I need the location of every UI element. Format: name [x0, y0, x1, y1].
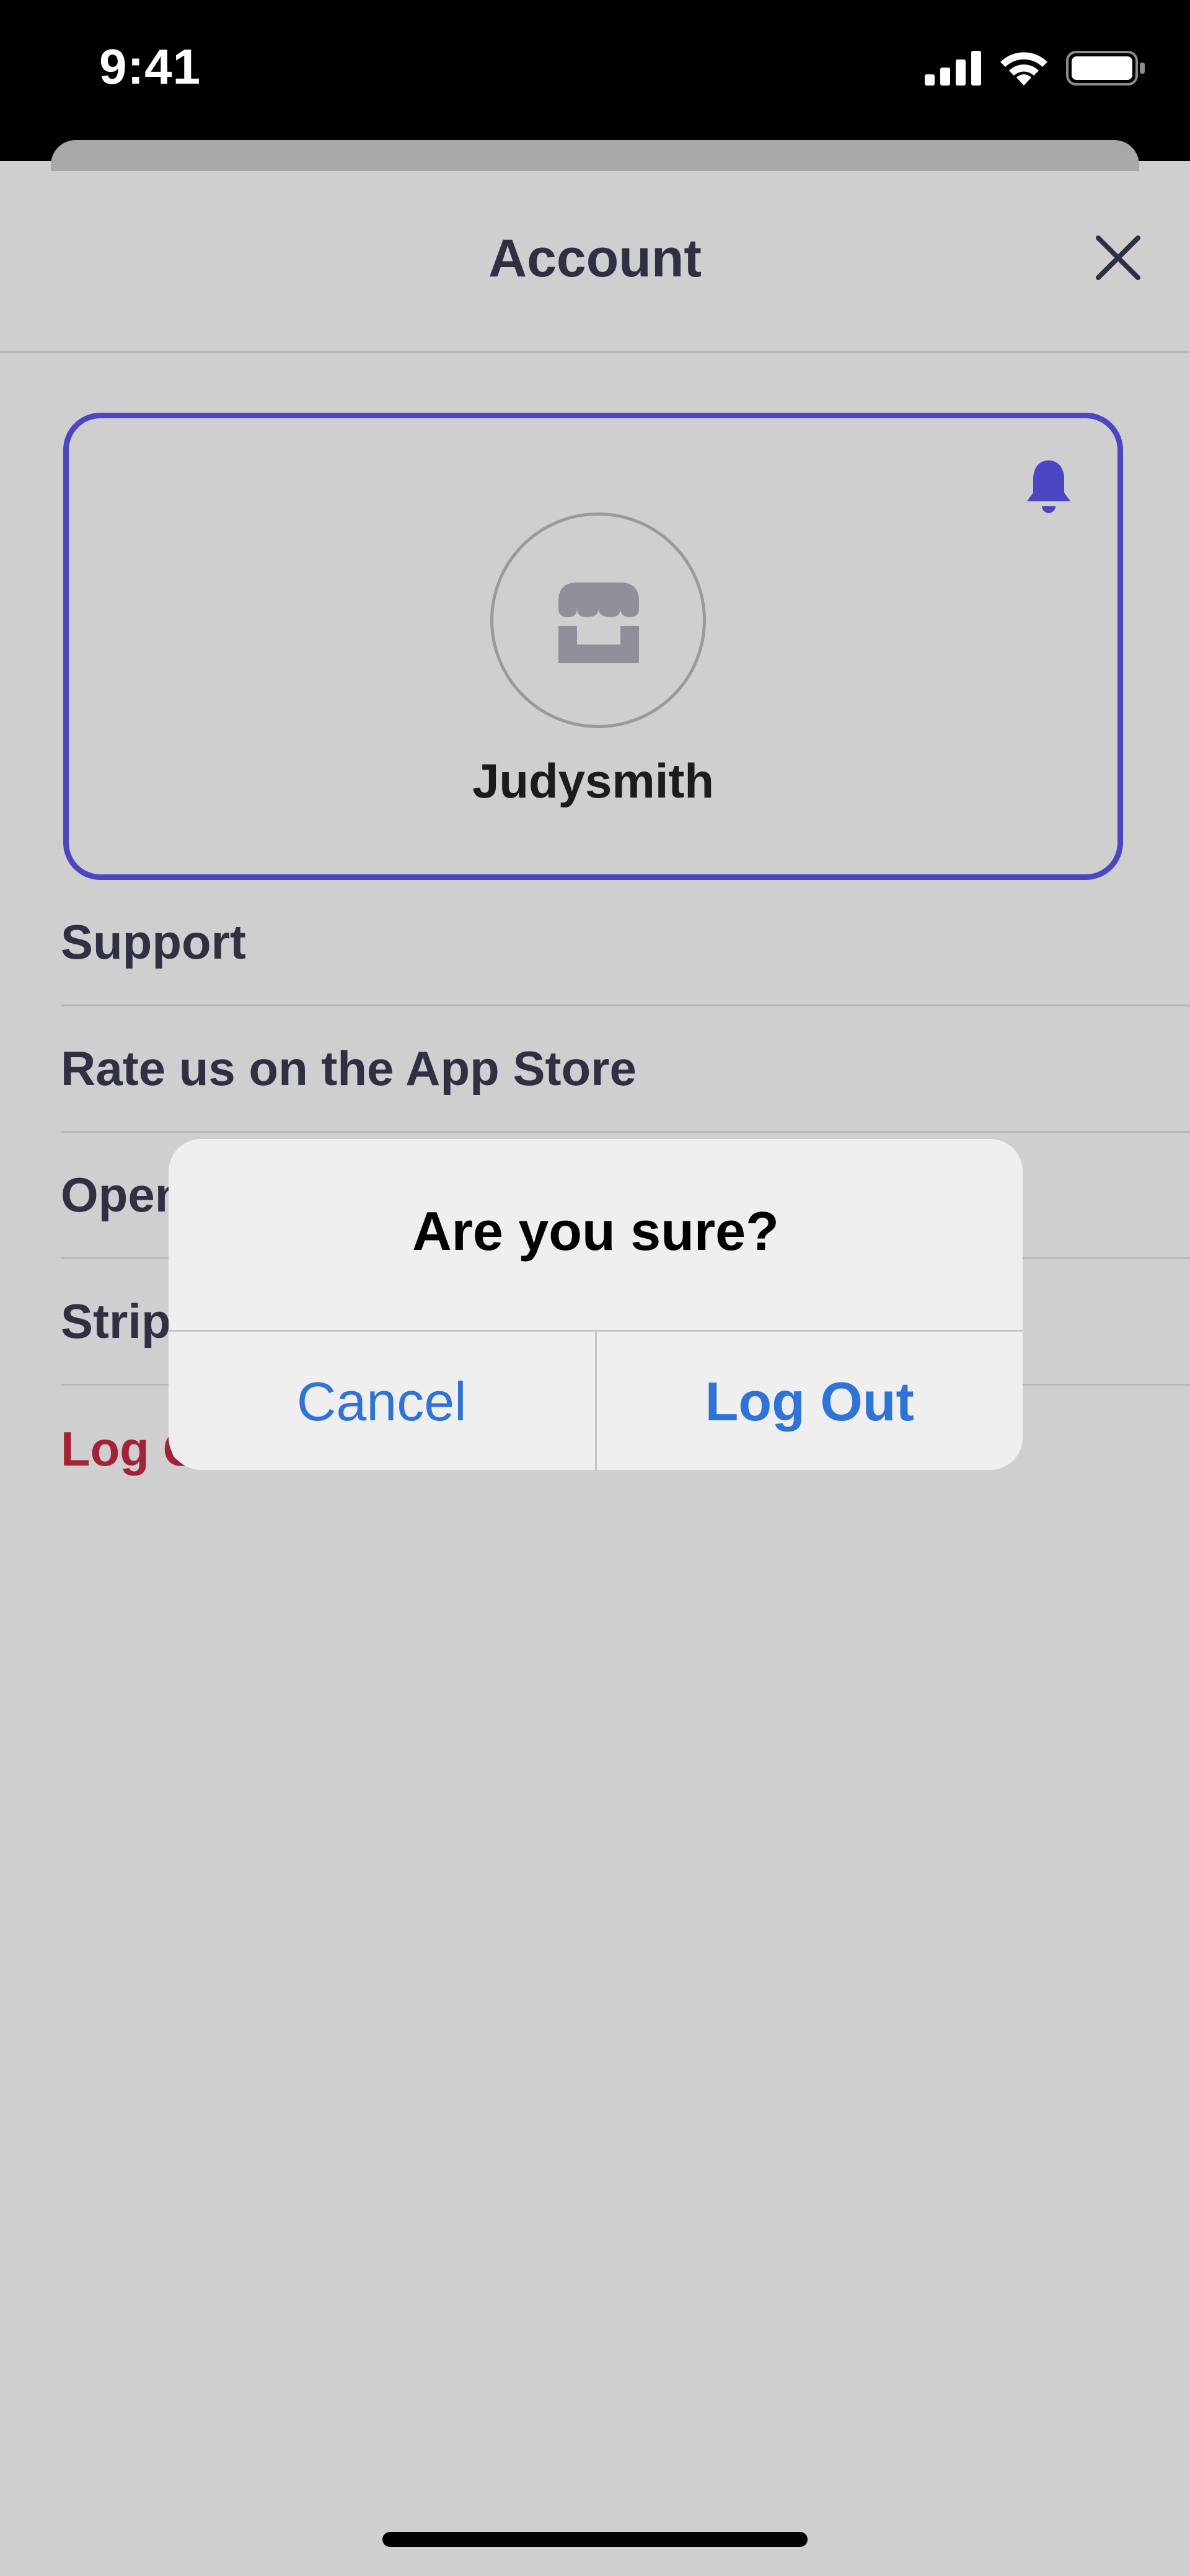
shop-icon — [558, 582, 639, 663]
menu-item-rate-app[interactable]: Rate us on the App Store — [61, 1006, 1190, 1133]
status-icons — [925, 50, 1147, 87]
alert-actions: Cancel Log Out — [169, 1330, 1023, 1470]
avatar — [490, 512, 706, 728]
status-time: 9:41 — [99, 39, 201, 94]
status-bar: 9:41 — [0, 0, 1190, 161]
signal-icon — [925, 51, 981, 86]
cancel-button[interactable]: Cancel — [169, 1332, 595, 1470]
close-icon[interactable] — [1095, 234, 1142, 281]
bell-icon[interactable] — [1025, 457, 1073, 516]
menu-item-support[interactable]: Support — [61, 880, 1190, 1006]
wifi-icon — [1000, 52, 1047, 86]
log-out-button[interactable]: Log Out — [594, 1332, 1023, 1470]
page-title: Account — [488, 229, 702, 288]
sheet-header: Account — [0, 171, 1190, 353]
battery-icon — [1066, 51, 1145, 86]
confirm-alert: Are you sure? Cancel Log Out — [169, 1139, 1023, 1470]
alert-title: Are you sure? — [412, 1200, 779, 1262]
home-indicator[interactable] — [382, 2532, 808, 2547]
profile-card[interactable]: Judysmith — [63, 413, 1123, 880]
profile-username: Judysmith — [472, 754, 715, 808]
